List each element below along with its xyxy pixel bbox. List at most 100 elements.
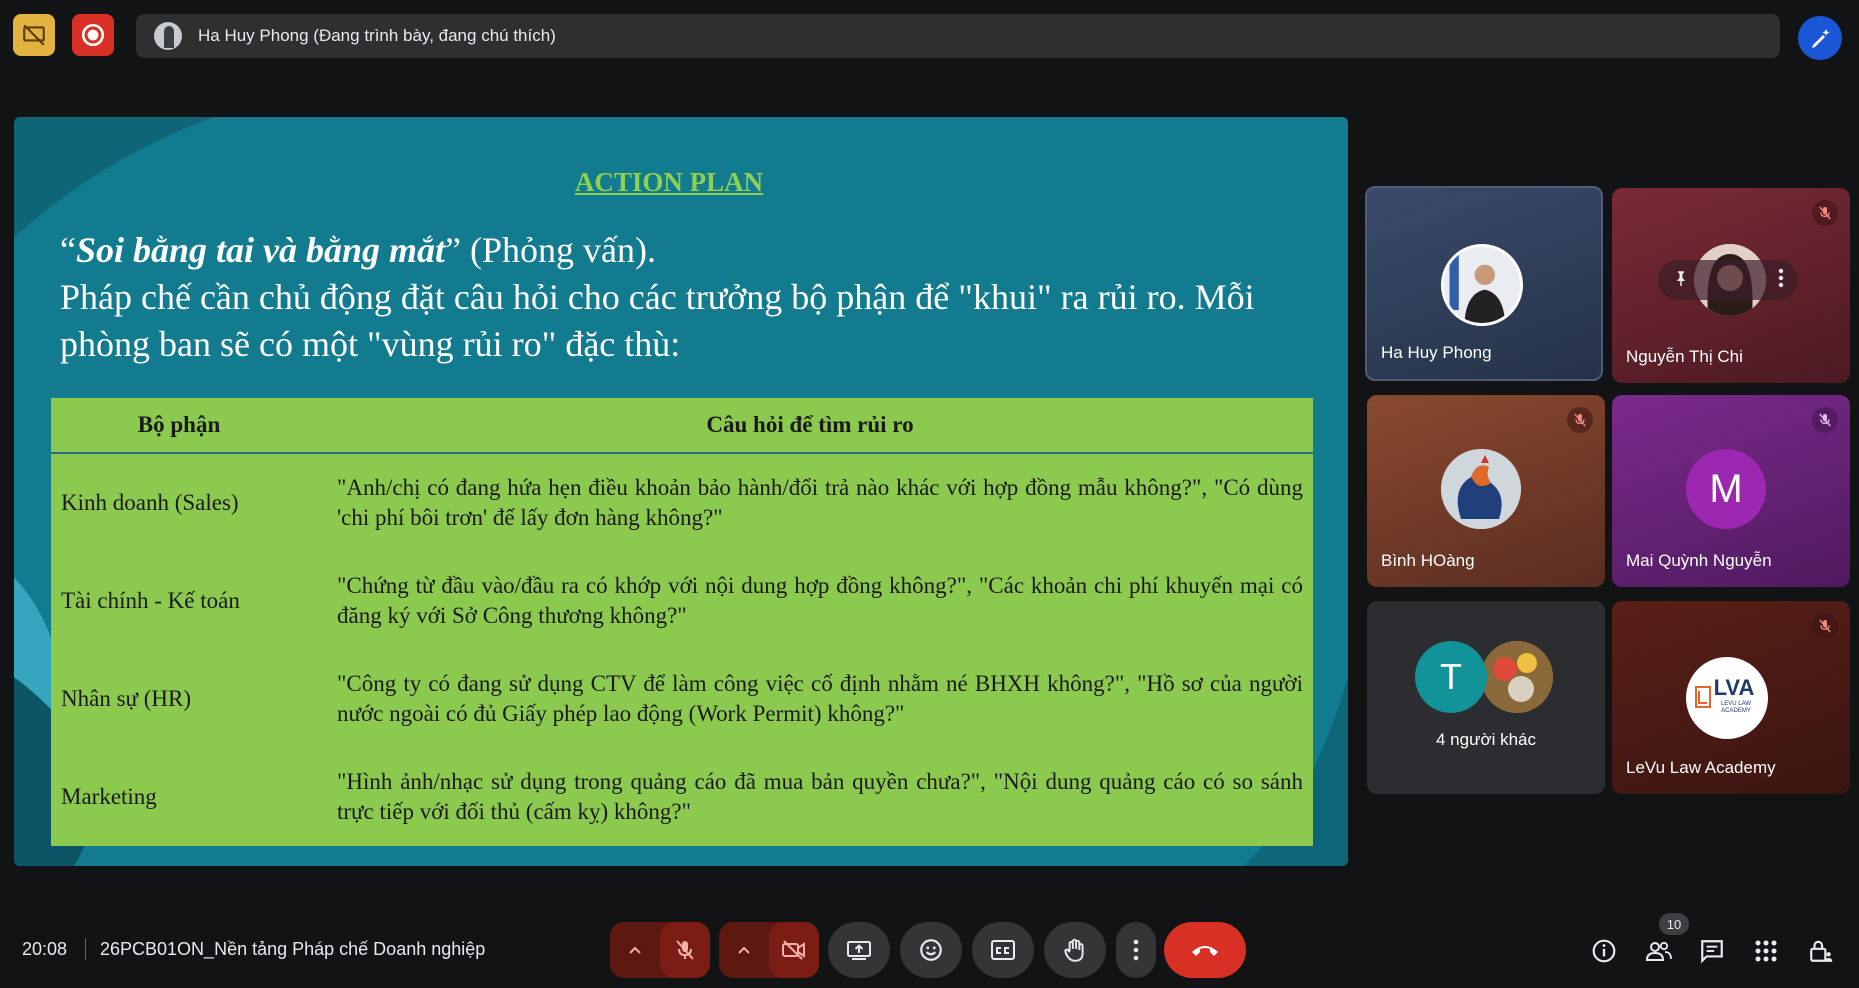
emoji-icon [920, 939, 942, 961]
participant-avatar: T [1415, 641, 1487, 713]
raise-hand-button[interactable] [1044, 922, 1106, 978]
camera-control-group [719, 922, 819, 978]
participant-name: Mai Quỳnh Nguyễn [1626, 551, 1772, 570]
department-cell: Marketing [61, 784, 157, 810]
table-row: Kinh doanh (Sales) "Anh/chị có đang hứa … [51, 453, 1313, 552]
slide-paragraph: Pháp chế cần chủ động đặt câu hỏi cho cá… [60, 277, 1255, 364]
table-row: Nhân sự (HR) "Công ty có đang sử dụng CT… [51, 650, 1313, 748]
participant-tile-mai[interactable]: M Mai Quỳnh Nguyễn [1612, 395, 1850, 587]
mic-off-icon [1812, 200, 1838, 226]
info-icon [1592, 939, 1616, 963]
record-icon [81, 23, 105, 47]
risk-questions-table: Bộ phận Câu hỏi để tìm rủi ro Kinh doanh… [51, 398, 1313, 846]
participant-avatar: LVA LEVU LAW ACADEMY [1686, 657, 1768, 739]
table-header-row: Bộ phận Câu hỏi để tìm rủi ro [51, 398, 1313, 454]
meeting-details-button[interactable] [1589, 936, 1619, 966]
present-screen-icon [847, 941, 871, 960]
participant-name: Nguyễn Thị Chi [1626, 347, 1743, 366]
people-button[interactable] [1644, 936, 1674, 966]
present-off-icon [23, 24, 45, 46]
participant-name: LeVu Law Academy [1626, 758, 1776, 777]
bottom-divider [85, 938, 86, 960]
raise-hand-icon [1064, 938, 1084, 962]
table-row: Tài chính - Kế toán "Chứng từ đầu vào/đầ… [51, 552, 1313, 650]
meeting-title: 26PCB01ON_Nền tảng Pháp chế Doanh nghiệp [100, 939, 486, 959]
flower-picture-icon [1481, 641, 1553, 713]
captions-button[interactable] [972, 922, 1034, 978]
table-header-cell: Câu hỏi để tìm rủi ro [307, 398, 1313, 454]
question-cell: "Công ty có đang sử dụng CTV để làm công… [337, 671, 1303, 727]
presenter-bar: Ha Huy Phong (Đang trình bày, đang chú t… [136, 14, 1780, 58]
logo-subtext: LEVU LAW ACADEMY [1720, 701, 1752, 714]
chevron-up-icon [738, 946, 750, 954]
annotate-button[interactable] [1798, 16, 1842, 60]
participant-name: Ha Huy Phong [1381, 343, 1492, 362]
mic-off-icon [1812, 613, 1838, 639]
activities-button[interactable] [1751, 936, 1781, 966]
participant-avatar [1441, 449, 1521, 529]
people-count-badge: 10 [1659, 913, 1689, 935]
table-row: Marketing "Hình ảnh/nhạc sử dụng trong q… [51, 748, 1313, 846]
participant-tile-others[interactable]: T 4 người khác [1367, 601, 1605, 794]
participant-name: Bình HOàng [1381, 551, 1475, 570]
participant-avatar [1441, 244, 1523, 326]
mic-control-group [610, 922, 710, 978]
participant-tile-levu[interactable]: LVA LEVU LAW ACADEMY LeVu Law Academy [1612, 601, 1850, 794]
person-photo-icon [1444, 247, 1520, 323]
slide-emphasis: Soi bằng tai và bằng mắt [75, 230, 446, 270]
department-cell: Kinh doanh (Sales) [61, 490, 239, 516]
participant-tile-phong[interactable]: Ha Huy Phong [1365, 186, 1603, 381]
presenter-status-text: Ha Huy Phong (Đang trình bày, đang chú t… [198, 26, 556, 45]
apps-grid-icon [1755, 940, 1777, 962]
audio-options-button[interactable] [610, 922, 660, 978]
stop-presenting-button[interactable] [13, 14, 55, 56]
participant-avatar: M [1686, 449, 1766, 529]
slide-title: ACTION PLAN [574, 167, 764, 197]
question-cell: "Chứng từ đầu vào/đầu ra có khớp với nội… [337, 573, 1303, 629]
chat-button[interactable] [1697, 936, 1727, 966]
mic-off-icon [1567, 407, 1593, 433]
chevron-up-icon [629, 946, 641, 954]
department-cell: Nhân sự (HR) [61, 686, 192, 712]
slide-subtitle: ” (Phỏng vấn). [445, 230, 657, 270]
presentation-slide: ACTION PLAN “Soi bằng tai và bằng mắt” (… [14, 117, 1348, 866]
avatar-initial: M [1709, 466, 1743, 511]
clock: 20:08 [22, 939, 68, 959]
camera-off-icon [782, 940, 805, 960]
mic-off-icon [676, 940, 694, 960]
participant-tile-chi[interactable]: Nguyễn Thị Chi [1612, 188, 1850, 383]
question-cell: "Hình ảnh/nhạc sử dụng trong quảng cáo đ… [337, 769, 1303, 825]
tile-hover-controls [1658, 260, 1798, 300]
captions-icon [991, 940, 1015, 960]
chat-icon [1701, 940, 1723, 964]
logo-text: LVA [1713, 675, 1755, 700]
more-options-button[interactable] [1116, 922, 1156, 978]
hang-up-icon [1192, 946, 1218, 956]
present-screen-button[interactable] [828, 922, 890, 978]
table-header-cell: Bộ phận [51, 398, 307, 454]
video-options-button[interactable] [719, 922, 769, 978]
people-icon [1645, 941, 1672, 961]
slide-body-text: “Soi bằng tai và bằng mắt” (Phỏng vấn). … [60, 227, 1310, 368]
host-controls-button[interactable] [1806, 936, 1836, 966]
lva-logo-icon [1695, 686, 1711, 708]
reactions-button[interactable] [900, 922, 962, 978]
participant-tile-binh[interactable]: Bình HOàng [1367, 395, 1605, 587]
more-vert-icon [1133, 939, 1139, 961]
mic-toggle-button[interactable] [660, 922, 710, 978]
recording-button[interactable] [72, 14, 114, 56]
participant-avatar [1481, 641, 1553, 713]
pin-icon[interactable] [1672, 269, 1690, 292]
more-options-icon[interactable] [1778, 268, 1784, 293]
leave-call-button[interactable] [1164, 922, 1246, 978]
mic-off-icon [1812, 407, 1838, 433]
avatar-initial: T [1440, 656, 1462, 697]
rooster-picture-icon [1441, 449, 1521, 529]
lock-person-icon [1810, 940, 1833, 962]
presenter-avatar [154, 22, 182, 50]
pen-sparkle-icon [1812, 29, 1830, 48]
question-cell: "Anh/chị có đang hứa hẹn điều khoản bảo … [337, 475, 1303, 531]
camera-toggle-button[interactable] [769, 922, 819, 978]
open-quote: “ [60, 230, 76, 270]
participant-name: 4 người khác [1435, 730, 1537, 749]
